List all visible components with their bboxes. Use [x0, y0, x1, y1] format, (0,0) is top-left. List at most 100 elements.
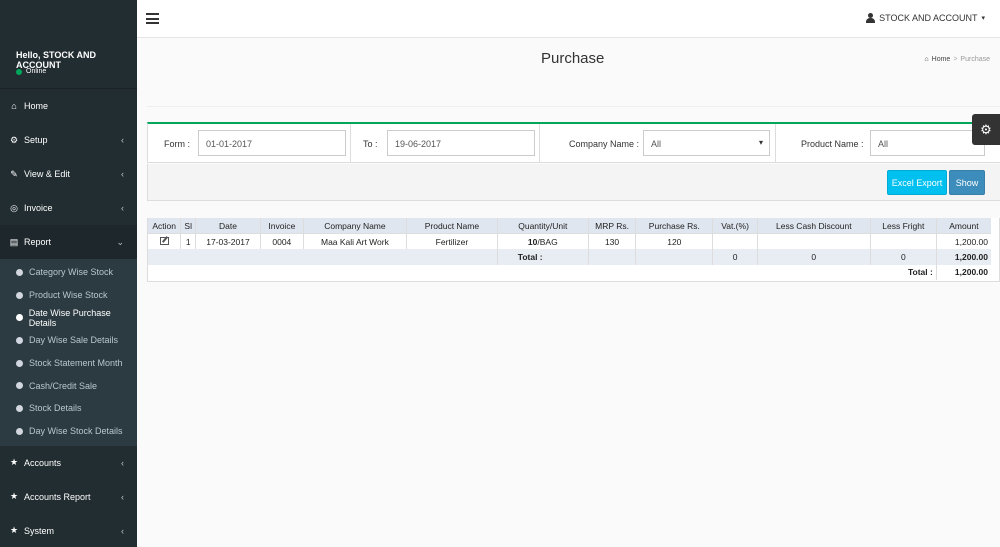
show-button[interactable]: Show [949, 170, 985, 195]
submenu-item-label: Day Wise Stock Details [29, 426, 123, 437]
user-menu[interactable]: STOCK AND ACCOUNT ▾ [866, 13, 985, 23]
subtotal-cash-discount: 0 [757, 249, 871, 265]
col-product: Product Name [406, 218, 498, 234]
sidebar-item-invoice[interactable]: ◎ Invoice ‹ [0, 191, 137, 225]
from-date-input[interactable]: 01-01-2017 [198, 130, 346, 156]
sidebar-item-label: Accounts [24, 457, 62, 468]
submenu-item-product-wise-stock[interactable]: Product Wise Stock [0, 284, 137, 307]
chevron-left-icon: ‹ [121, 491, 124, 502]
product-cell: Product Name : All [776, 124, 1000, 163]
sidebar-item-accounts-report[interactable]: ★ Accounts Report ‹ [0, 480, 137, 514]
empty-cell [635, 249, 714, 265]
col-action: Action [148, 218, 182, 234]
chevron-left-icon: ‹ [121, 203, 124, 213]
grand-total-row: Total : 1,200.00 [148, 264, 991, 280]
fingerprint-icon: ◎ [10, 202, 18, 213]
breadcrumb-separator: > [953, 56, 958, 63]
star-icon: ★ [9, 491, 19, 501]
table-header-row: Action Sl Date Invoice Company Name Prod… [148, 218, 991, 234]
chevron-left-icon: ‹ [121, 135, 124, 145]
vat-cell [712, 233, 758, 249]
company-select[interactable]: All [643, 130, 770, 156]
edit-icon[interactable] [159, 236, 169, 245]
sidebar: Hello, STOCK AND ACCOUNT Online ⌂ Home ⚙… [0, 0, 137, 547]
sidebar-item-view-edit[interactable]: ✎ View & Edit ‹ [0, 157, 137, 191]
product-label: Product Name : [801, 139, 864, 149]
col-quantity: Quantity/Unit [497, 218, 589, 234]
subtotal-label-cell [148, 249, 498, 265]
sl-cell: 1 [180, 233, 196, 249]
breadcrumb-home[interactable]: Home [932, 56, 951, 63]
submenu-item-day-wise-stock[interactable]: Day Wise Stock Details [0, 420, 137, 443]
sidebar-item-label: Setup [24, 135, 48, 145]
subtotal-row: Total : 0 0 0 1,200.00 [148, 249, 991, 265]
circle-icon [16, 359, 23, 367]
star-icon: ★ [9, 525, 19, 535]
sidebar-item-report[interactable]: ▤ Report ⌄ [0, 225, 137, 259]
cash-discount-cell [757, 233, 871, 249]
circle-icon [16, 314, 23, 322]
caret-down-icon: ▾ [981, 15, 985, 22]
submenu-item-category-wise-stock[interactable]: Category Wise Stock [0, 261, 137, 284]
chevron-left-icon: ‹ [121, 525, 124, 536]
submenu-item-day-wise-sale[interactable]: Day Wise Sale Details [0, 329, 137, 352]
sidebar-item-home[interactable]: ⌂ Home [0, 89, 137, 123]
submenu-item-stock-details[interactable]: Stock Details [0, 397, 137, 420]
excel-export-button[interactable]: Excel Export [887, 170, 947, 195]
user-icon [866, 13, 876, 23]
fright-cell [870, 233, 937, 249]
product-cell: Fertilizer [406, 233, 498, 249]
submenu-item-label: Day Wise Sale Details [29, 335, 119, 346]
company-cell: Company Name : All [540, 124, 776, 163]
greeting: Hello, STOCK AND ACCOUNT [16, 50, 97, 70]
button-row: Excel Export Show [147, 164, 1000, 201]
col-purchase: Purchase Rs. [635, 218, 714, 234]
grand-total-amount: 1,200.00 [954, 267, 988, 278]
top-header: STOCK AND ACCOUNT ▾ [137, 0, 1000, 38]
product-select[interactable]: All [870, 130, 985, 156]
to-cell: To : 19-06-2017 [351, 124, 540, 163]
to-date-input[interactable]: 19-06-2017 [387, 130, 535, 156]
sidebar-item-label: Home [24, 101, 49, 111]
invoice-cell: 0004 [260, 233, 304, 249]
settings-gear-icon[interactable]: ⚙ [972, 114, 1000, 145]
subtotal-fright: 0 [870, 249, 937, 265]
col-sl: Sl [180, 218, 196, 234]
col-mrp: MRP Rs. [588, 218, 637, 234]
user-name: STOCK AND ACCOUNT [879, 13, 978, 23]
col-vat: Vat.(%) [712, 218, 758, 234]
subtotal-amount: 1,200.00 [936, 249, 991, 265]
home-icon: ⌂ [11, 101, 17, 111]
quantity-cell: 10/BAG [497, 233, 589, 249]
report-submenu: Category Wise Stock Product Wise Stock D… [0, 259, 137, 446]
hamburger-menu-icon[interactable] [146, 13, 159, 24]
submenu-item-label: Date Wise Purchase Details [28, 307, 111, 328]
col-fright: Less Fright [870, 218, 937, 234]
filter-panel: Form : 01-01-2017 To : 19-06-2017 Compan… [147, 122, 1000, 163]
grand-total-label: Total : [148, 264, 937, 280]
submenu-item-label: Stock Statement Month [29, 358, 123, 369]
edit-icon: ✎ [10, 168, 18, 179]
user-panel: Hello, STOCK AND ACCOUNT Online [0, 0, 137, 89]
col-invoice: Invoice [260, 218, 304, 234]
sidebar-item-system[interactable]: ★ System ‹ [0, 514, 137, 547]
main-content: Purchase ⌂ Home > Purchase Form : 01-01-… [137, 38, 1000, 547]
date-cell: 17-03-2017 [195, 233, 261, 249]
star-icon: ★ [9, 457, 19, 467]
online-status: Online [16, 68, 46, 75]
submenu-item-label: Category Wise Stock [29, 267, 114, 278]
sidebar-item-accounts[interactable]: ★ Accounts ‹ [0, 446, 137, 480]
circle-icon [16, 268, 23, 276]
submenu-item-date-wise-purchase[interactable]: Date Wise Purchase Details [0, 306, 137, 329]
submenu-item-stock-statement-month[interactable]: Stock Statement Month [0, 352, 137, 375]
quantity-value: 10 [527, 236, 538, 247]
chevron-down-icon: ⌄ [116, 236, 124, 247]
submenu-item-cash-credit-sale[interactable]: Cash/Credit Sale [0, 374, 137, 397]
company-cell: Maa Kali Art Work [303, 233, 408, 249]
status-label: Online [26, 68, 47, 75]
cogs-icon: ⚙ [9, 134, 19, 145]
circle-icon [16, 404, 23, 412]
purchase-cell: 120 [635, 233, 714, 249]
sidebar-item-label: Accounts Report [24, 491, 91, 502]
sidebar-item-setup[interactable]: ⚙ Setup ‹ [0, 123, 137, 157]
